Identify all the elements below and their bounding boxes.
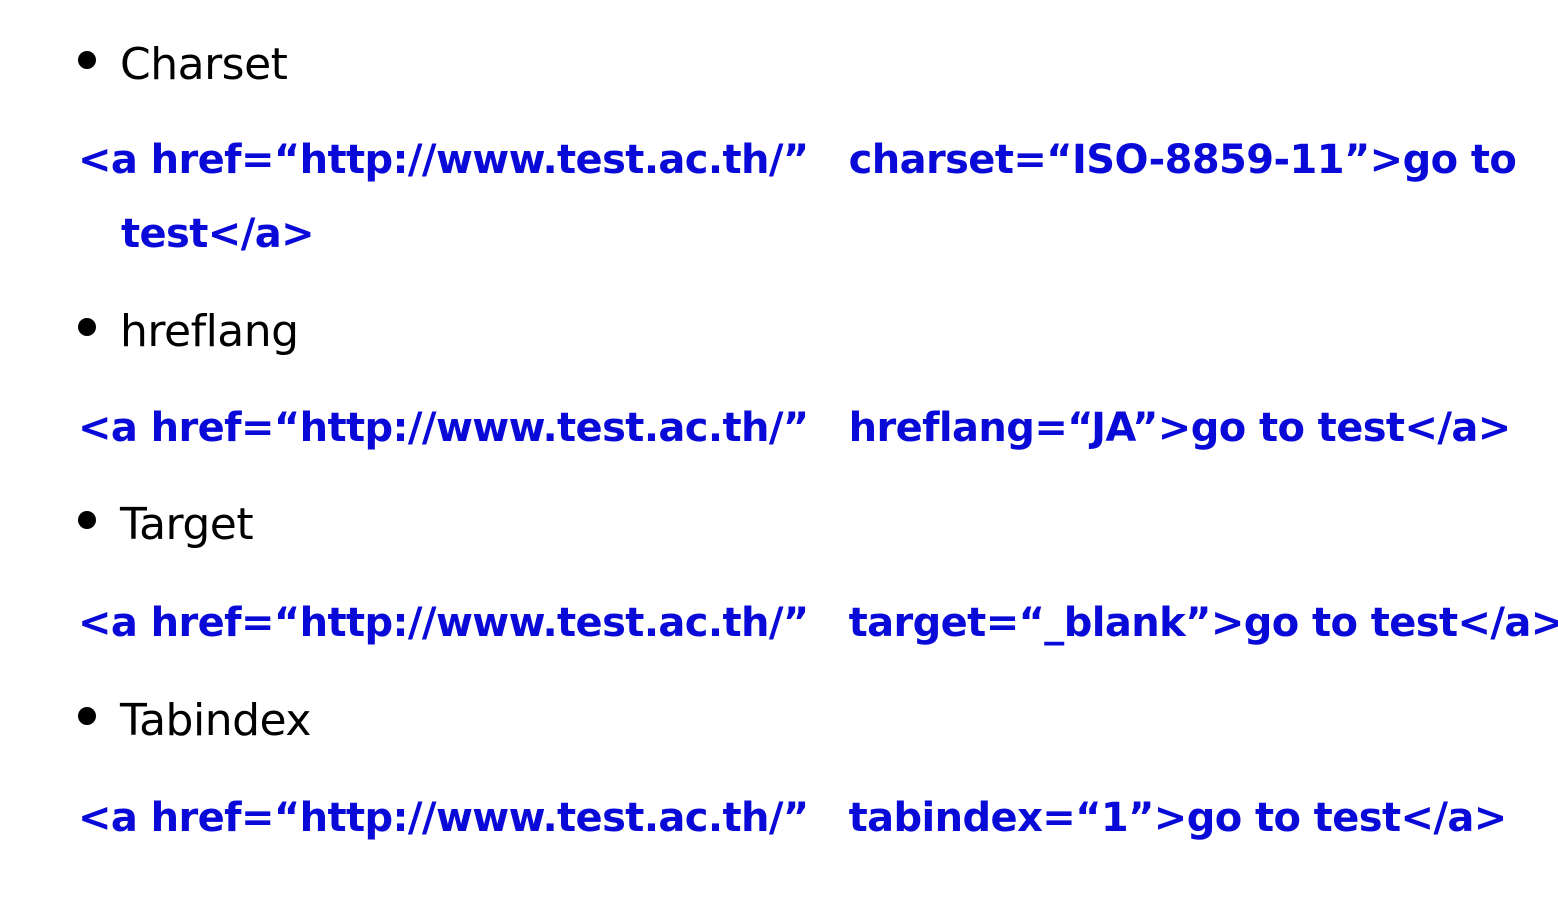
bullet-icon bbox=[78, 51, 96, 69]
code-example-tabindex: <a href=“http://www.test.ac.th/” tabinde… bbox=[78, 795, 1507, 841]
code-example-target: <a href=“http://www.test.ac.th/” target=… bbox=[78, 600, 1558, 646]
bullet-icon bbox=[78, 707, 96, 725]
bullet-label: Charset bbox=[120, 38, 288, 90]
bullet-item-target: Target bbox=[78, 494, 254, 554]
bullet-icon bbox=[78, 318, 96, 336]
bullet-item-hreflang: hreflang bbox=[78, 301, 299, 361]
code-example-charset: <a href=“http://www.test.ac.th/” charset… bbox=[78, 137, 1517, 183]
bullet-label: Target bbox=[120, 498, 254, 550]
bullet-icon bbox=[78, 511, 96, 529]
bullet-item-tabindex: Tabindex bbox=[78, 690, 311, 750]
code-example-hreflang: <a href=“http://www.test.ac.th/” hreflan… bbox=[78, 405, 1511, 451]
code-example-charset-continued: test</a> bbox=[121, 211, 315, 257]
bullet-label: hreflang bbox=[120, 305, 299, 357]
bullet-item-charset: Charset bbox=[78, 34, 288, 94]
bullet-label: Tabindex bbox=[120, 694, 311, 746]
